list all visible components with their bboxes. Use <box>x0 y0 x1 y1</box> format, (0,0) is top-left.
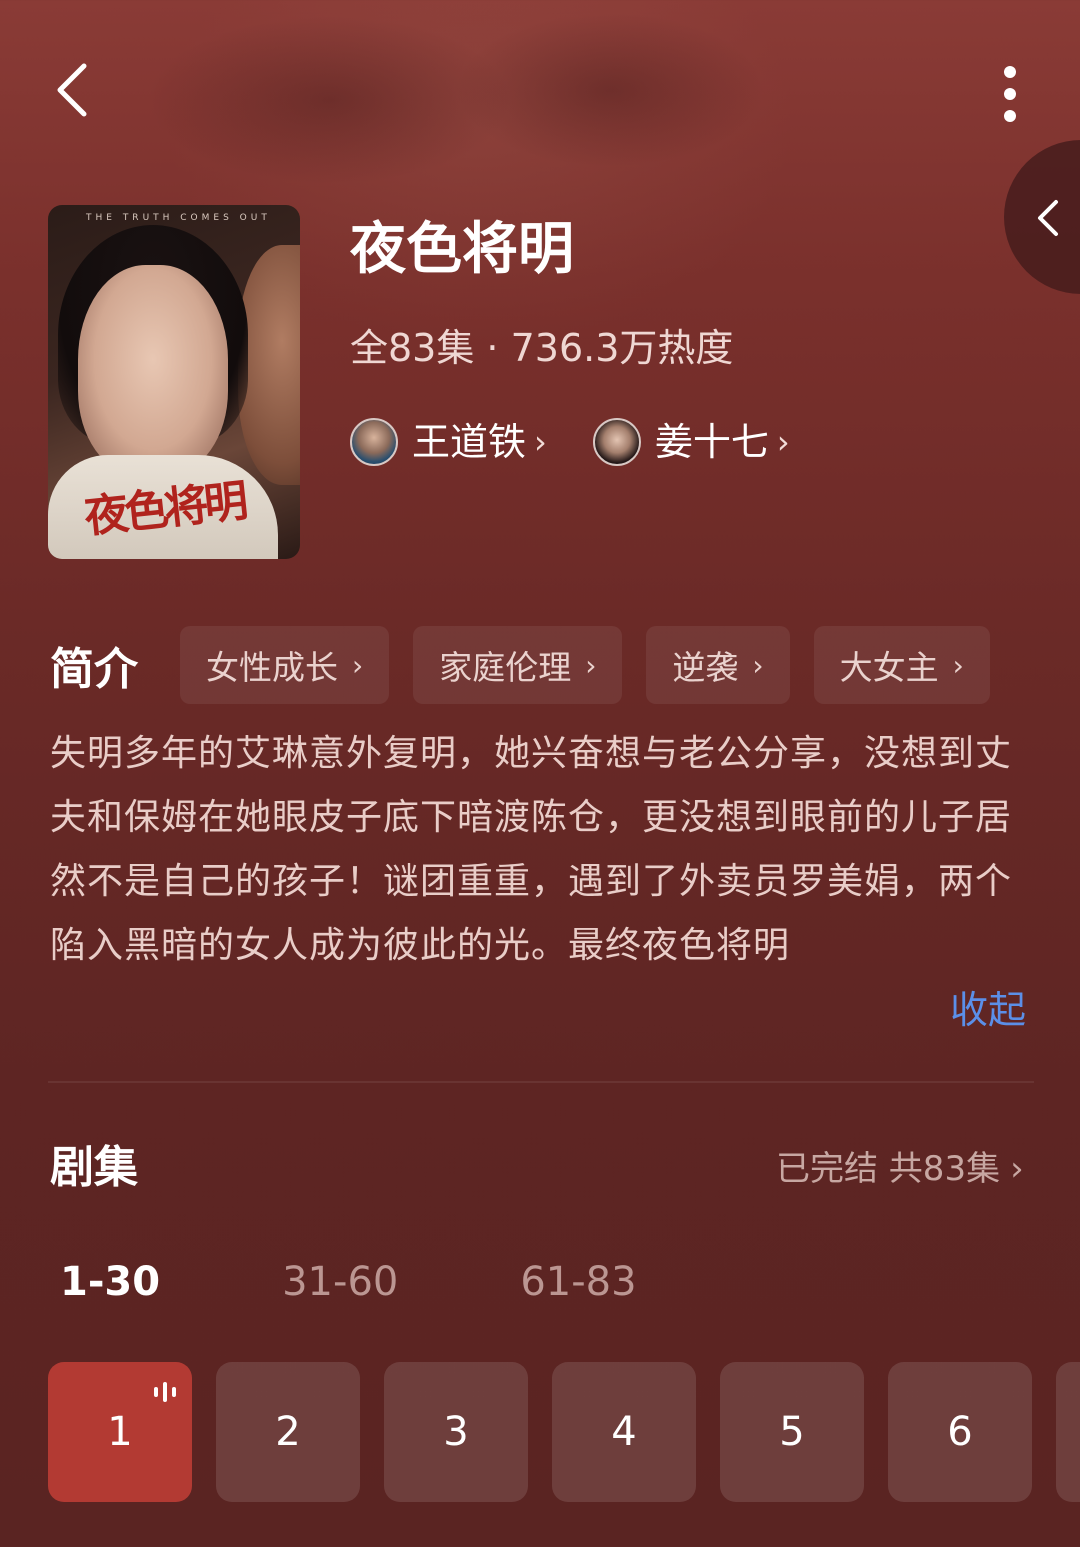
divider <box>48 1081 1034 1083</box>
tag-list: 女性成长 › 家庭伦理 › 逆袭 › 大女主 › <box>180 626 990 704</box>
cast-item[interactable]: 姜十七 › <box>592 414 790 470</box>
cast-name: 王道铁 <box>412 420 527 464</box>
episode-number: 3 <box>443 1409 469 1455</box>
chevron-right-icon: › <box>952 648 964 682</box>
chevron-right-icon: › <box>534 423 547 461</box>
episodes-title: 剧集 <box>50 1142 138 1193</box>
tab-range-31-60[interactable]: 31-60 <box>282 1252 398 1312</box>
avatar <box>592 418 641 466</box>
tag-label: 逆袭 <box>672 648 739 687</box>
chevron-right-icon: › <box>352 648 364 682</box>
episode-button[interactable]: 4 <box>552 1362 696 1502</box>
episode-button[interactable]: 3 <box>384 1362 528 1502</box>
tag-label: 大女主 <box>839 648 939 687</box>
avatar <box>350 418 398 466</box>
episodes-status: 已完结 共83集 <box>776 1149 1001 1189</box>
chevron-right-icon: › <box>1010 1149 1024 1189</box>
cast-list: 王道铁 › 姜十七 › <box>350 414 790 470</box>
episode-number: 1 <box>107 1409 133 1455</box>
drama-meta: 全83集 · 736.3万热度 <box>350 326 734 370</box>
back-button[interactable] <box>52 58 112 122</box>
chevron-left-icon <box>57 63 87 117</box>
tag-chip[interactable]: 家庭伦理 › <box>413 626 623 704</box>
tab-range-1-30[interactable]: 1-30 <box>60 1252 160 1312</box>
playing-icon <box>154 1382 176 1402</box>
more-vertical-icon <box>990 58 1030 122</box>
episode-number: 2 <box>275 1409 301 1455</box>
episode-number: 4 <box>611 1409 637 1455</box>
collapse-link[interactable]: 收起 <box>950 978 1026 1042</box>
cast-item[interactable]: 王道铁 › <box>350 414 547 470</box>
episode-number: 5 <box>779 1409 805 1455</box>
cast-name: 姜十七 <box>654 420 769 464</box>
drama-poster[interactable]: THE TRUTH COMES OUT 夜色将明 <box>48 205 300 559</box>
chevron-left-icon <box>1038 200 1058 236</box>
side-drawer-toggle[interactable] <box>1004 140 1080 294</box>
episode-button[interactable]: 5 <box>720 1362 864 1502</box>
tag-label: 女性成长 <box>206 648 338 687</box>
poster-tagline: THE TRUTH COMES OUT <box>86 213 271 223</box>
chevron-right-icon: › <box>752 648 764 682</box>
tag-chip[interactable]: 逆袭 › <box>646 626 790 704</box>
synopsis-text: 失明多年的艾琳意外复明，她兴奋想与老公分享，没想到丈夫和保姆在她眼皮子底下暗渡陈… <box>50 733 1013 966</box>
intro-header: 简介 女性成长 › 家庭伦理 › 逆袭 › 大女主 › <box>50 626 1034 704</box>
chevron-right-icon: › <box>776 423 790 461</box>
tag-chip[interactable]: 女性成长 › <box>180 626 390 704</box>
episodes-status-link[interactable]: 已完结 共83集 › <box>776 1144 1024 1194</box>
episode-range-tabs: 1-30 31-60 61-83 <box>60 1252 759 1312</box>
episode-button[interactable]: 2 <box>216 1362 360 1502</box>
episode-button[interactable]: 6 <box>888 1362 1032 1502</box>
tag-label: 家庭伦理 <box>439 648 572 687</box>
intro-label: 简介 <box>50 644 138 695</box>
episode-button-partial[interactable] <box>1056 1362 1080 1502</box>
tab-range-61-83[interactable]: 61-83 <box>520 1252 636 1312</box>
episode-grid: 1 2 3 4 5 6 <box>48 1362 1080 1502</box>
more-button[interactable] <box>990 58 1030 122</box>
chevron-right-icon: › <box>585 648 597 682</box>
tag-chip[interactable]: 大女主 › <box>813 626 990 704</box>
episode-number: 6 <box>947 1409 973 1455</box>
episode-button[interactable]: 1 <box>48 1362 192 1502</box>
drama-title: 夜色将明 <box>350 217 574 282</box>
